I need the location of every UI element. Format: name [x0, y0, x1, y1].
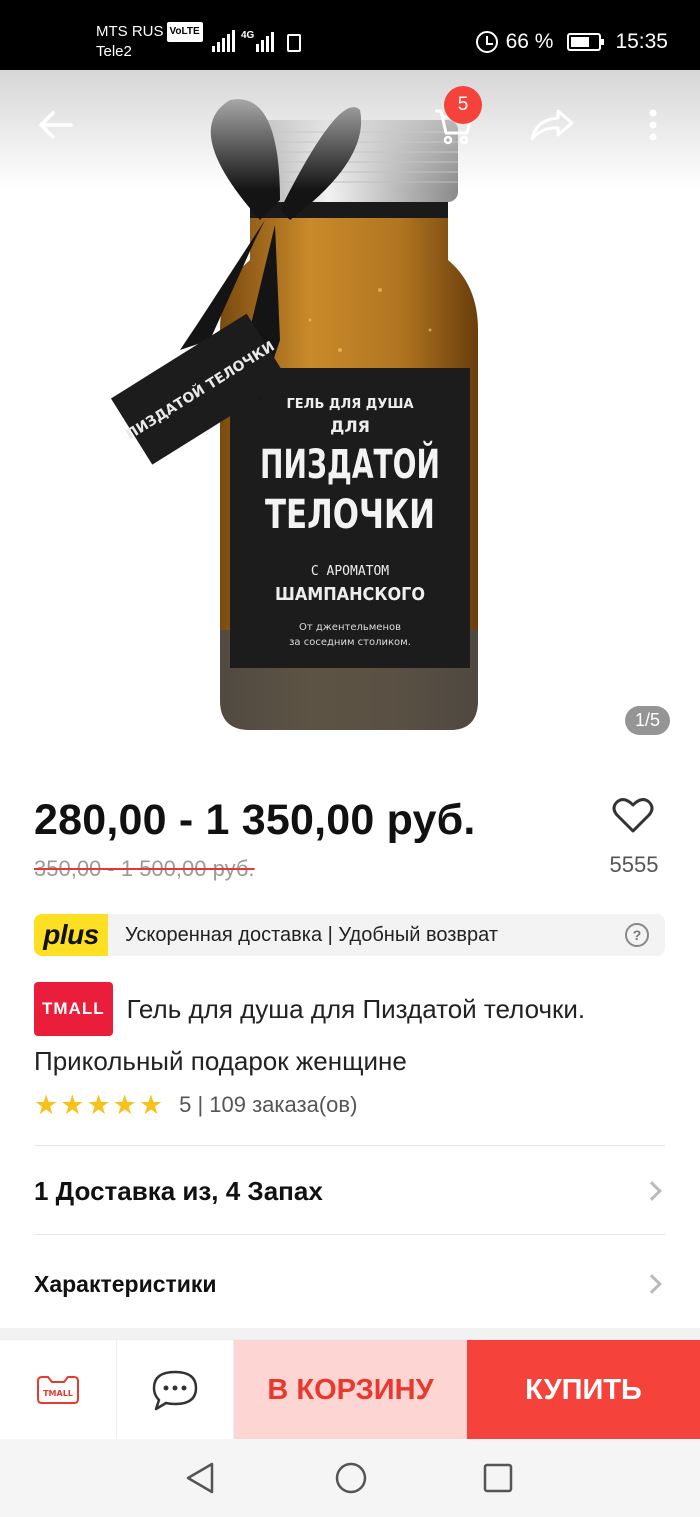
- specs-label: Характеристики: [34, 1270, 217, 1297]
- share-button[interactable]: [527, 100, 577, 150]
- action-bar: TMALL В КОРЗИНУ КУПИТЬ: [0, 1339, 700, 1440]
- label-line-8: за соседним столиком.: [289, 637, 411, 648]
- status-right: 66 % 15:35: [475, 30, 668, 54]
- label-line-5: С АРОМАТОМ: [311, 564, 389, 579]
- more-options-button[interactable]: [628, 100, 678, 150]
- carrier-name-1: MTS RUS: [96, 23, 164, 40]
- carrier-name-2: Tele2: [96, 43, 132, 60]
- label-line-2: ДЛЯ: [330, 417, 370, 436]
- old-price: 350,00 - 1 500,00 руб.: [34, 856, 255, 881]
- notification-icon: [287, 34, 301, 52]
- system-recents-button[interactable]: [483, 1463, 513, 1498]
- label-line-7: От джентельменов: [299, 622, 401, 633]
- back-button[interactable]: [30, 100, 80, 150]
- battery-icon: [567, 33, 605, 51]
- store-icon-label: TMALL: [43, 1389, 73, 1398]
- status-bar: MTS RUS VoLTE Tele2 4G 66 % 15:35: [0, 0, 700, 70]
- system-back-button[interactable]: [184, 1461, 216, 1500]
- system-home-button[interactable]: [334, 1461, 368, 1500]
- image-counter: 1/5: [624, 706, 670, 735]
- chevron-right-icon: [642, 1181, 662, 1201]
- tmall-badge: TMALL: [34, 982, 113, 1036]
- rating[interactable]: ★ ★ ★ ★ ★ 5 | 109 заказа(ов): [34, 1090, 357, 1120]
- current-price: 280,00 - 1 350,00 руб.: [34, 796, 476, 844]
- chevron-right-icon: [642, 1274, 662, 1294]
- signal-icon-2: [256, 30, 274, 52]
- signal-icon: [212, 30, 235, 52]
- chat-button[interactable]: [117, 1340, 234, 1440]
- plus-logo: plus: [34, 914, 108, 956]
- volte-badge: VoLTE: [166, 22, 203, 42]
- divider: [34, 1145, 665, 1146]
- star-icon: ★: [60, 1090, 85, 1120]
- clock: 15:35: [615, 30, 668, 53]
- tmall-store-icon: TMALL: [37, 1376, 79, 1404]
- label-line-1: ГЕЛЬ ДЛЯ ДУША: [286, 397, 413, 412]
- label-line-3: ПИЗДАТОЙ: [260, 440, 440, 488]
- square-recents-icon: [483, 1463, 513, 1493]
- battery-percent: 66 %: [505, 30, 554, 53]
- plus-text: Ускоренная доставка | Удобный возврат: [125, 923, 499, 946]
- add-to-cart-button[interactable]: В КОРЗИНУ: [234, 1340, 467, 1440]
- arrow-left-icon: [39, 111, 73, 139]
- star-icon: ★: [138, 1090, 164, 1120]
- cart-count-badge: 5: [444, 86, 482, 124]
- buy-now-button[interactable]: КУПИТЬ: [467, 1340, 700, 1440]
- alarm-icon: [475, 31, 498, 53]
- star-icon: ★: [86, 1090, 111, 1120]
- carrier-info: MTS RUS VoLTE Tele2: [96, 22, 203, 62]
- heart-icon: [612, 798, 654, 833]
- system-navigation-bar: [0, 1439, 700, 1517]
- header-gradient: [0, 70, 700, 190]
- label-line-6: ШАМПАНСКОГО: [275, 584, 425, 605]
- network-type: 4G: [241, 30, 255, 41]
- product-title-block: TMALL Гель для душа для Пиздатой телочки.…: [34, 982, 664, 1086]
- help-icon[interactable]: ?: [625, 923, 649, 947]
- options-row[interactable]: 1 Доставка из, 4 Запах: [34, 1168, 665, 1214]
- plus-delivery-banner[interactable]: plus Ускоренная доставка | Удобный возвр…: [34, 914, 665, 956]
- star-icon: ★: [34, 1090, 59, 1120]
- star-rating: ★ ★ ★ ★ ★: [34, 1090, 163, 1120]
- product-title: Гель для душа для Пиздатой телочки. Прик…: [34, 994, 586, 1076]
- favorite-button[interactable]: [600, 796, 666, 839]
- chat-icon: [152, 1370, 198, 1411]
- rating-orders: 5 | 109 заказа(ов): [179, 1092, 358, 1117]
- product-image-gallery[interactable]: ПИЗДАТОЙ ТЕЛОЧКИ ГЕЛЬ ДЛЯ ДУША ДЛЯ ПИЗДА…: [0, 70, 700, 760]
- divider: [34, 1234, 665, 1235]
- share-icon: [530, 109, 574, 141]
- favorites-count: 5555: [609, 852, 659, 877]
- triangle-back-icon: [186, 1462, 214, 1494]
- options-label: 1 Доставка из, 4 Запах: [34, 1175, 323, 1206]
- circle-home-icon: [335, 1462, 367, 1494]
- store-button[interactable]: TMALL: [0, 1340, 117, 1440]
- label-line-4: ТЕЛОЧКИ: [265, 492, 435, 538]
- star-icon: ★: [112, 1090, 137, 1120]
- more-vertical-icon: [649, 109, 657, 141]
- specs-row[interactable]: Характеристики: [34, 1262, 665, 1306]
- section-separator: [0, 1328, 700, 1339]
